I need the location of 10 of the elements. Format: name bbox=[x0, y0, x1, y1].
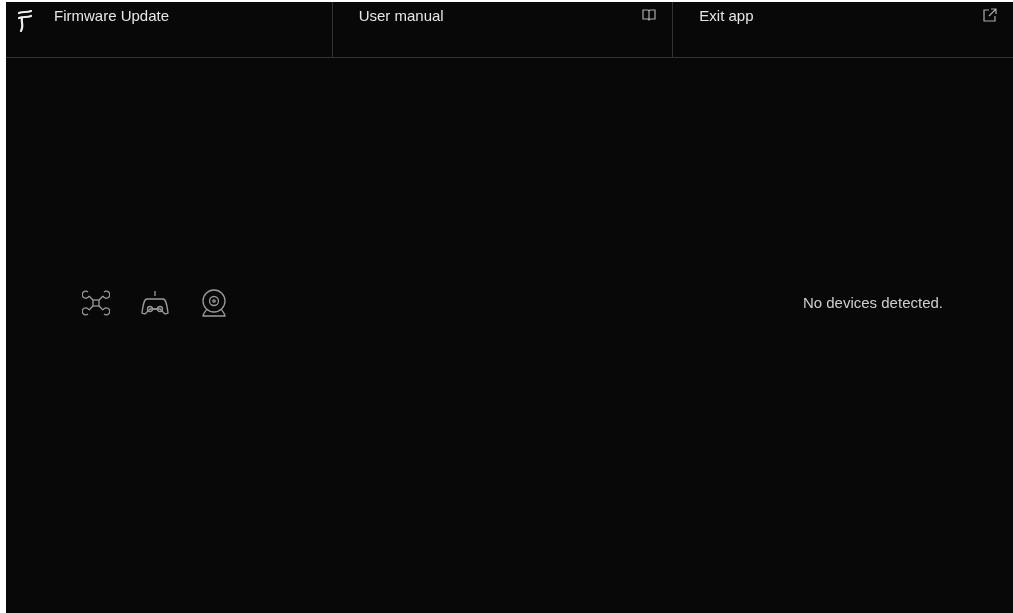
book-icon[interactable] bbox=[642, 8, 657, 22]
menu-label[interactable]: Firmware Update bbox=[54, 6, 170, 26]
external-link-icon[interactable] bbox=[982, 8, 997, 23]
menu-label[interactable]: User manual bbox=[358, 6, 444, 26]
logo-icon bbox=[18, 10, 32, 32]
gamepad-icon bbox=[140, 289, 170, 317]
status-message: No devices detected. bbox=[802, 292, 943, 313]
drone-icon bbox=[82, 289, 110, 317]
webcam-icon bbox=[200, 288, 228, 318]
menu-label[interactable]: Exit app bbox=[699, 6, 754, 26]
